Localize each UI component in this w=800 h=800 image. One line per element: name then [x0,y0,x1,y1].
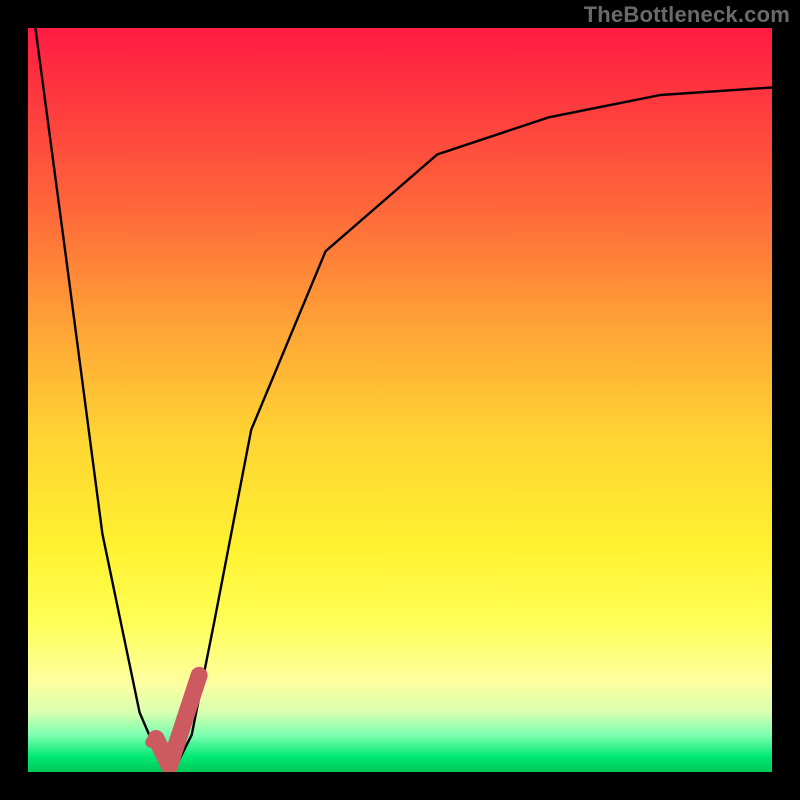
bottleneck-curve [35,28,772,765]
plot-area [28,28,772,772]
watermark-text: TheBottleneck.com [584,2,790,28]
optimal-tick [156,675,199,766]
chart-frame: TheBottleneck.com [0,0,800,800]
curve-layer [28,28,772,772]
